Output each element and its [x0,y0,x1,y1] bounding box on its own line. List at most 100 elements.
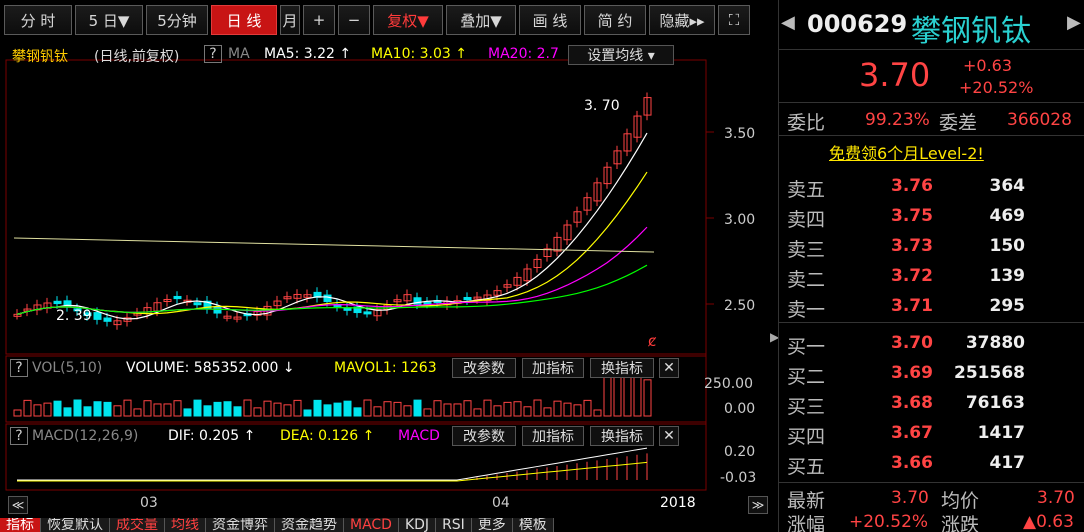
tab-template[interactable]: 模板 [512,518,554,532]
volume-bar [553,400,562,417]
macd-help-icon[interactable]: ? [10,427,28,445]
quote-panel: ◀ 000629 攀钢钒钛 ▶ 3.70 +0.63 +20.52% 委比 99… [778,0,1084,532]
bid-row[interactable]: 买一 3.70 37880 [779,328,1084,358]
tab-macd[interactable]: MACD [344,518,399,532]
tab-restore-default[interactable]: 恢复默认 [41,518,110,532]
volume-add-indicator-button[interactable]: 加指标 [522,358,584,378]
x-axis-tick: 04 [492,495,510,511]
kline-help-icon[interactable]: ? [204,45,222,63]
macd-close-icon[interactable]: ✕ [659,426,679,446]
tab-volume[interactable]: 成交量 [110,518,165,532]
tab-indicator[interactable]: 指标 [0,518,41,532]
collapse-panel-handle[interactable]: ▶ [770,330,779,360]
fullscreen-icon[interactable]: ⛶ [718,5,750,35]
ask-row[interactable]: 卖四 3.75 469 [779,201,1084,231]
volume-bar [453,403,462,417]
volume-bar [643,379,652,417]
price-change-pct: +20.52% [959,78,1034,97]
bid-label: 买二 [787,366,826,388]
bid-volume: 37880 [965,333,1025,353]
volume-bar [463,400,472,417]
volume-ytick: 0.00 [724,401,756,417]
zoom-in-button[interactable]: + [303,5,335,35]
dea-line [17,461,648,482]
volume-bar [293,399,302,417]
draw-line-button[interactable]: 画 线 [519,5,581,35]
volume-bar [233,406,242,417]
bid-row[interactable]: 买五 3.66 417 [779,448,1084,478]
scroll-left-button[interactable]: ≪ [8,496,28,514]
adjust-rights-dropdown[interactable]: 复权▼ [373,5,443,35]
next-stock-icon[interactable]: ▶ [1067,12,1081,33]
volume-bar [243,399,252,417]
volume-bar [513,401,522,417]
bid-row[interactable]: 买三 3.68 76163 [779,388,1084,418]
ask-price: 3.71 [891,296,933,316]
daily-kline-button[interactable]: 日 线 [211,5,277,35]
ask-row[interactable]: 卖三 3.73 150 [779,231,1084,261]
volume-bar [503,401,512,417]
scroll-right-button[interactable]: ≫ [748,496,768,514]
intraday-button[interactable]: 分 时 [4,5,72,35]
prev-stock-icon[interactable]: ◀ [781,12,795,33]
current-price: 3.70 [859,56,931,94]
bid-price: 3.66 [891,453,933,473]
mavol-value: MAVOL1: 1263 [334,360,437,376]
latest-value: 3.70 [891,488,929,508]
ask-price: 3.76 [891,176,933,196]
volume-indicator-name: VOL(5,10) [32,360,103,376]
tab-fund-trend[interactable]: 资金趋势 [275,518,344,532]
bid-price: 3.67 [891,423,933,443]
volume-bar [633,372,642,417]
bid-volume: 251568 [954,363,1025,383]
macd-swap-indicator-button[interactable]: 换指标 [590,426,654,446]
volume-bar [533,399,542,417]
kline-chart-area[interactable]: 攀钢钒钛 (日线,前复权) ? MA MA5: 3.22 ↑ MA10: 3.0… [0,40,774,514]
tab-ma[interactable]: 均线 [165,518,206,532]
tab-more[interactable]: 更多 [471,518,513,532]
five-day-button[interactable]: 5 日▼ [75,5,143,35]
ask-row[interactable]: 卖二 3.72 139 [779,261,1084,291]
volume-param-button[interactable]: 改参数 [452,358,516,378]
zoom-out-button[interactable]: − [338,5,370,35]
macd-ytick: -0.03 [720,470,757,486]
tab-fund-game[interactable]: 资金博弈 [206,518,275,532]
macd-indicator-name: MACD(12,26,9) [32,428,139,444]
summary-divider [779,482,1084,483]
macd-add-indicator-button[interactable]: 加指标 [522,426,584,446]
bid-volume: 1417 [977,423,1025,443]
macd-param-button[interactable]: 改参数 [452,426,516,446]
ma-setting-dropdown[interactable]: 设置均线 ▾ [568,45,674,65]
simple-mode-button[interactable]: 简 约 [584,5,646,35]
volume-close-icon[interactable]: ✕ [659,358,679,378]
kline-chart-svg[interactable] [0,40,774,492]
tab-kdj[interactable]: KDJ [398,518,437,532]
monthly-button[interactable]: 月 [280,5,300,35]
book-divider [779,322,1084,323]
ask-label: 卖二 [787,269,826,291]
volume-bar [323,404,332,417]
bid-volume: 76163 [965,393,1025,413]
five-minute-button[interactable]: 5分钟 [146,5,208,35]
volume-bar [113,405,122,417]
level2-promo-link[interactable]: 免费领6个月Level-2! [829,140,984,164]
hide-panel-button[interactable]: 隐藏▸▸ [649,5,715,35]
overlay-dropdown[interactable]: 叠加▼ [446,5,516,35]
volume-bar [563,402,572,417]
candle-body [423,301,432,305]
stock-name: 攀钢钒钛 [911,14,1031,49]
bid-row[interactable]: 买二 3.69 251568 [779,358,1084,388]
volume-bar [173,400,182,417]
volume-bar [33,404,42,417]
avg-label: 均价 [941,490,980,512]
volume-bar [373,406,382,417]
candle-body [53,300,62,305]
tab-rsi[interactable]: RSI [436,518,472,532]
bid-row[interactable]: 买四 3.67 1417 [779,418,1084,448]
ma5-value: MA5: 3.22 ↑ [264,46,352,62]
ask-row[interactable]: 卖一 3.71 295 [779,291,1084,321]
volume-swap-indicator-button[interactable]: 换指标 [590,358,654,378]
ask-label: 卖一 [787,299,826,321]
volume-help-icon[interactable]: ? [10,359,28,377]
ask-row[interactable]: 卖五 3.76 364 [779,171,1084,201]
